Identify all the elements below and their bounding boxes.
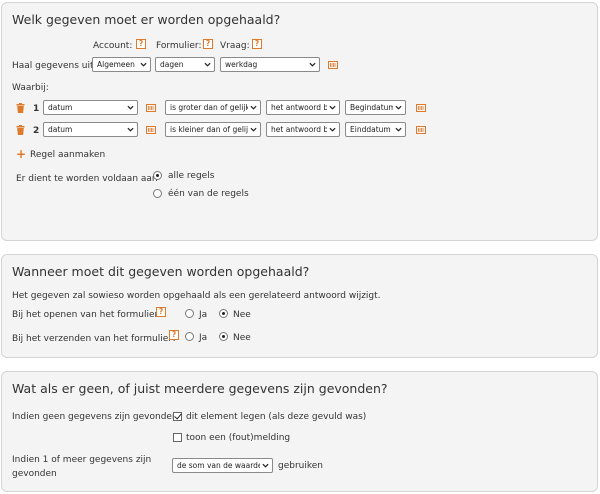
on-submit-no-label: Nee [233, 333, 251, 343]
rule-compare-select[interactable]: het antwoord bij [266, 100, 340, 115]
on-open-label: Bij het openen van het formulier? [12, 310, 163, 320]
rule-compare-value: het antwoord bij [271, 103, 327, 112]
use-label: gebruiken [278, 461, 323, 471]
rule-field-value: datum [48, 103, 73, 112]
section-title: Welk gegeven moet er worden opgehaald? [12, 12, 281, 27]
chevron-down-icon [395, 105, 402, 110]
vraag-column-label: Vraag: [220, 41, 250, 51]
rule-compare-select[interactable]: het antwoord bij [266, 122, 340, 137]
all-rules-label: alle regels [168, 171, 215, 181]
chevron-down-icon [395, 127, 402, 132]
expression-editor-icon[interactable] [416, 104, 426, 112]
all-rules-radio[interactable] [153, 171, 162, 180]
multiple-found-label-line1: Indien 1 of meer gegevens zijn [12, 455, 152, 465]
rule-field-value: datum [48, 125, 73, 134]
chevron-down-icon [309, 62, 316, 67]
trash-icon[interactable] [16, 103, 25, 113]
rule-operator-value: is groter dan of gelijk a [170, 103, 248, 112]
rule-target-select[interactable]: Begindatum [345, 100, 406, 115]
where-label: Waarbij: [12, 83, 49, 93]
expression-editor-icon[interactable] [146, 104, 156, 112]
must-satisfy-label: Er dient te worden voldaan aan [16, 174, 158, 184]
chevron-down-icon [250, 127, 257, 132]
rule-target-value: Einddatum [350, 125, 391, 134]
on-submit-yes-label: Ja [199, 333, 208, 343]
plus-icon: + [16, 147, 27, 161]
rule-compare-value: het antwoord bij [271, 125, 327, 134]
chevron-down-icon [250, 105, 257, 110]
formulier-column-label: Formulier: [156, 41, 202, 51]
account-column-label: Account: [93, 41, 133, 51]
rule-target-value: Begindatum [350, 103, 393, 112]
rule-target-select[interactable]: Einddatum [345, 122, 406, 137]
formulier-select[interactable]: dagen [155, 57, 215, 72]
none-found-label: Indien geen gegevens zijn gevonden [12, 412, 178, 422]
expression-editor-icon[interactable] [416, 126, 426, 134]
fetch-from-label: Haal gegevens uit [12, 61, 94, 71]
rule-number: 1 [33, 104, 40, 114]
add-rule-label: Regel aanmaken [30, 150, 106, 160]
aggregate-select[interactable]: de som van de waarden [172, 458, 273, 473]
section-title: Wanneer moet dit gegeven worden opgehaal… [12, 264, 310, 279]
on-submit-no-radio[interactable] [219, 332, 228, 341]
rule-number: 2 [33, 126, 40, 136]
on-submit-label: Bij het verzenden van het formulier? [12, 334, 177, 344]
on-open-yes-label: Ja [199, 310, 208, 320]
section-title: Wat als er geen, of juist meerdere gegev… [12, 381, 388, 396]
rule-operator-select[interactable]: is groter dan of gelijk a [165, 100, 261, 115]
trash-icon[interactable] [16, 125, 25, 135]
formulier-help-icon[interactable]: ? [203, 39, 213, 49]
chevron-down-icon [329, 127, 336, 132]
info-text: Het gegeven zal sowieso worden opgehaald… [12, 291, 381, 301]
account-select-value: Algemeen [97, 60, 135, 69]
account-select[interactable]: Algemeen [92, 57, 151, 72]
clear-element-checkbox[interactable] [173, 412, 182, 421]
rule-operator-select[interactable]: is kleiner dan of gelijk [165, 122, 261, 137]
show-error-checkbox[interactable] [173, 433, 182, 442]
chevron-down-icon [329, 105, 336, 110]
chevron-down-icon [204, 62, 211, 67]
multiple-found-label-line2: gevonden [12, 469, 57, 479]
chevron-down-icon [127, 105, 134, 110]
vraag-help-icon[interactable]: ? [252, 39, 262, 49]
aggregate-select-value: de som van de waarden [177, 461, 260, 470]
chevron-down-icon [140, 62, 147, 67]
on-open-no-radio[interactable] [219, 309, 228, 318]
result-handling-panel: Wat als er geen, of juist meerdere gegev… [1, 371, 598, 492]
chevron-down-icon [127, 127, 134, 132]
on-open-yes-radio[interactable] [185, 309, 194, 318]
clear-element-label: dit element legen (als deze gevuld was) [186, 412, 367, 422]
one-rule-radio[interactable] [153, 189, 162, 198]
fetch-data-panel: Welk gegeven moet er worden opgehaald? A… [1, 2, 598, 241]
on-submit-help-icon[interactable]: ? [169, 330, 179, 340]
account-help-icon[interactable]: ? [136, 39, 146, 49]
expression-editor-icon[interactable] [328, 61, 338, 69]
formulier-select-value: dagen [160, 60, 184, 69]
rule-field-select[interactable]: datum [43, 122, 138, 137]
chevron-down-icon [262, 463, 269, 468]
vraag-select-value: werkdag [225, 60, 258, 69]
on-submit-yes-radio[interactable] [185, 332, 194, 341]
rule-operator-value: is kleiner dan of gelijk [170, 125, 248, 134]
show-error-label: toon een (fout)melding [186, 433, 291, 443]
one-rule-label: één van de regels [168, 189, 249, 199]
on-open-no-label: Nee [233, 310, 251, 320]
fetch-timing-panel: Wanneer moet dit gegeven worden opgehaal… [1, 254, 598, 358]
on-open-help-icon[interactable]: ? [156, 307, 166, 317]
vraag-select[interactable]: werkdag [220, 57, 320, 72]
rule-field-select[interactable]: datum [43, 100, 138, 115]
expression-editor-icon[interactable] [146, 126, 156, 134]
